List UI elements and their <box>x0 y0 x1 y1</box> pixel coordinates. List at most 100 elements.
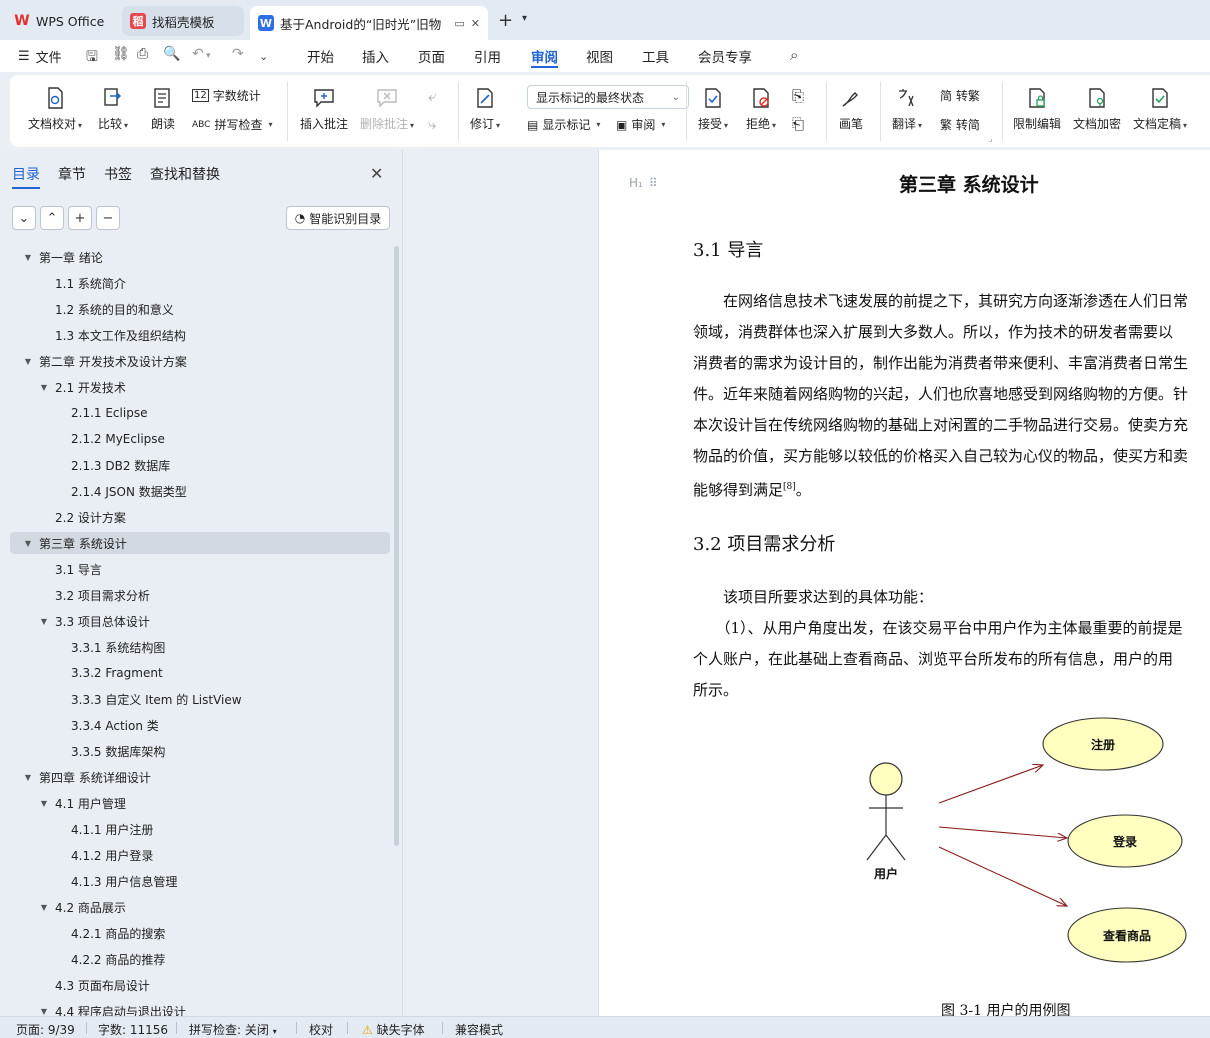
nav-scrollbar[interactable] <box>394 246 399 846</box>
print-icon[interactable]: ⎙ <box>137 46 148 62</box>
finalize-button[interactable]: 文档定稿 ▾ <box>1133 85 1187 132</box>
menu-member[interactable]: 会员专享 <box>698 46 752 68</box>
expand-toggle-icon[interactable]: ▼ <box>38 383 50 392</box>
accept-button[interactable]: 接受 ▾ <box>698 85 728 132</box>
menu-view[interactable]: 视图 <box>586 46 613 68</box>
toc-item[interactable]: 4.1.2 用户登录 <box>10 844 390 866</box>
expand-toggle-icon[interactable]: ▼ <box>22 253 34 262</box>
toc-item[interactable]: 4.2.2 商品的推荐 <box>10 948 390 970</box>
menu-page[interactable]: 页面 <box>418 46 445 68</box>
citation[interactable]: [8] <box>783 482 796 492</box>
spell-check-button[interactable]: ABC 拼写检查 ▾ <box>192 116 273 133</box>
toc-item[interactable]: 2.1.2 MyEclipse <box>10 428 390 450</box>
chevron-down-icon[interactable]: ▾ <box>522 13 527 24</box>
restrict-edit-button[interactable]: 限制编辑 <box>1013 85 1061 132</box>
proofread-status[interactable]: 校对 <box>309 1021 333 1038</box>
file-menu-button[interactable]: ☰ 文件 <box>18 47 62 66</box>
expand-toggle-icon[interactable]: ▼ <box>38 903 50 912</box>
toc-item[interactable]: 3.1 导言 <box>10 558 390 580</box>
next-change-icon[interactable]: ⎗ <box>792 115 804 133</box>
toc-item[interactable]: ▼ 4.1 用户管理 <box>10 792 390 814</box>
add-heading-button[interactable]: + <box>68 206 92 230</box>
menu-references[interactable]: 引用 <box>474 46 501 68</box>
toc-item[interactable]: ▼ 4.2 商品展示 <box>10 896 390 918</box>
to-traditional-button[interactable]: 简 转繁 <box>940 87 980 104</box>
insert-comment-button[interactable]: 插入批注 <box>300 85 348 132</box>
missing-font-status[interactable]: ⚠ 缺失字体 <box>362 1021 425 1038</box>
toc-item[interactable]: 2.1.3 DB2 数据库 <box>10 454 390 476</box>
toc-item[interactable]: ▼ 第二章 开发技术及设计方案 <box>10 350 390 372</box>
redo-icon[interactable]: ↷ <box>232 46 244 62</box>
compare-button[interactable]: 比较 ▾ <box>98 85 128 132</box>
toc-item[interactable]: 4.3 页面布局设计 <box>10 974 390 996</box>
toc-item[interactable]: 3.3.3 自定义 Item 的 ListView <box>10 688 390 710</box>
toc-item[interactable]: ▼ 第一章 绪论 <box>10 246 390 268</box>
menu-review[interactable]: 审阅 <box>531 46 558 68</box>
toc-item[interactable]: 2.1.4 JSON 数据类型 <box>10 480 390 502</box>
nav-tab-bookmarks[interactable]: 书签 <box>104 164 132 189</box>
toc-item[interactable]: 1.3 本文工作及组织结构 <box>10 324 390 346</box>
toc-item[interactable]: 3.2 项目需求分析 <box>10 584 390 606</box>
toc-item[interactable]: 3.3.4 Action 类 <box>10 714 390 736</box>
toc-item[interactable]: 3.3.1 系统结构图 <box>10 636 390 658</box>
smart-toc-button[interactable]: ◔ 智能识别目录 <box>286 206 390 230</box>
pen-button[interactable]: 画笔 <box>838 85 864 132</box>
close-tab-icon[interactable]: ✕ <box>471 17 480 30</box>
markup-state-select[interactable]: 显示标记的最终状态 ⌄ <box>527 85 689 109</box>
undo-dropdown-icon[interactable]: ▾ <box>206 51 211 61</box>
spell-check-status[interactable]: 拼写检查: 关闭 ▾ <box>189 1021 277 1038</box>
toc-item[interactable]: 4.2.1 商品的搜索 <box>10 922 390 944</box>
toc-item[interactable]: 2.2 设计方案 <box>10 506 390 528</box>
toc-item[interactable]: ▼ 3.3 项目总体设计 <box>10 610 390 632</box>
menu-start[interactable]: 开始 <box>307 46 334 68</box>
word-count-status[interactable]: 字数: 11156 <box>98 1021 168 1038</box>
translate-button[interactable]: 翻译 ▾ <box>892 85 922 132</box>
expand-down-button[interactable]: ⌄ <box>12 206 36 230</box>
tab-docer-templates[interactable]: 稻 找稻壳模板 <box>122 6 244 36</box>
menu-insert[interactable]: 插入 <box>362 46 389 68</box>
nav-tab-sections[interactable]: 章节 <box>58 164 86 189</box>
tab-wps-office[interactable]: W WPS Office <box>6 6 116 36</box>
new-tab-plus-icon[interactable]: + <box>498 10 513 31</box>
track-changes-button[interactable]: 修订 ▾ <box>470 85 500 132</box>
toc-item[interactable]: ▼ 第三章 系统设计 <box>10 532 390 554</box>
nav-tab-toc[interactable]: 目录 <box>12 164 40 189</box>
expand-toggle-icon[interactable]: ▼ <box>22 357 34 366</box>
heading-marker[interactable]: H₁ ⠿ <box>629 176 658 190</box>
expand-toggle-icon[interactable]: ▼ <box>38 799 50 808</box>
review-pane-button[interactable]: ▣ 审阅 ▾ <box>616 116 665 133</box>
toc-item[interactable]: 1.2 系统的目的和意义 <box>10 298 390 320</box>
previous-change-icon[interactable]: ⎘ <box>792 87 804 105</box>
customize-toolbar-icon[interactable]: ⌄ <box>259 50 268 63</box>
toc-item[interactable]: 4.1.1 用户注册 <box>10 818 390 840</box>
search-icon[interactable]: ⌕ <box>790 46 798 64</box>
screen-icon[interactable]: ▭ <box>454 17 464 30</box>
tab-current-document[interactable]: W 基于Android的“旧时光”旧物 ▭ ✕ <box>250 6 488 40</box>
link-icon[interactable]: ⛓ <box>112 46 130 62</box>
print-preview-icon[interactable]: 🔍 <box>163 46 180 62</box>
toc-item[interactable]: 1.1 系统简介 <box>10 272 390 294</box>
close-icon[interactable]: ✕ <box>370 164 383 183</box>
reject-button[interactable]: 拒绝 ▾ <box>746 85 776 132</box>
expand-toggle-icon[interactable]: ▼ <box>38 1007 50 1016</box>
save-icon[interactable]: 🖫 <box>86 46 98 70</box>
toc-item[interactable]: 4.1.3 用户信息管理 <box>10 870 390 892</box>
to-simplified-button[interactable]: 繁 转简 <box>940 116 980 133</box>
group-expand-icon[interactable]: ⌟ <box>989 135 992 143</box>
expand-toggle-icon[interactable]: ▼ <box>22 773 34 782</box>
page-indicator[interactable]: 页面: 9/39 <box>16 1021 75 1038</box>
show-markup-button[interactable]: ▤ 显示标记 ▾ <box>527 116 600 133</box>
expand-toggle-icon[interactable]: ▼ <box>38 617 50 626</box>
collapse-up-button[interactable]: ⌃ <box>40 206 64 230</box>
remove-heading-button[interactable]: − <box>96 206 120 230</box>
toc-item[interactable]: 3.3.5 数据库架构 <box>10 740 390 762</box>
expand-toggle-icon[interactable]: ▼ <box>22 539 34 548</box>
toc-item[interactable]: ▼ 2.1 开发技术 <box>10 376 390 398</box>
undo-icon[interactable]: ↶ <box>192 46 204 62</box>
toc-item[interactable]: 3.3.2 Fragment <box>10 662 390 684</box>
doc-check-button[interactable]: 文档校对 ▾ <box>28 85 82 132</box>
nav-tab-find-replace[interactable]: 查找和替换 <box>150 164 220 189</box>
next-comment-icon[interactable]: ⤷ <box>428 115 436 133</box>
toc-item[interactable]: ▼ 第四章 系统详细设计 <box>10 766 390 788</box>
previous-comment-icon[interactable]: ⤶ <box>428 87 436 105</box>
